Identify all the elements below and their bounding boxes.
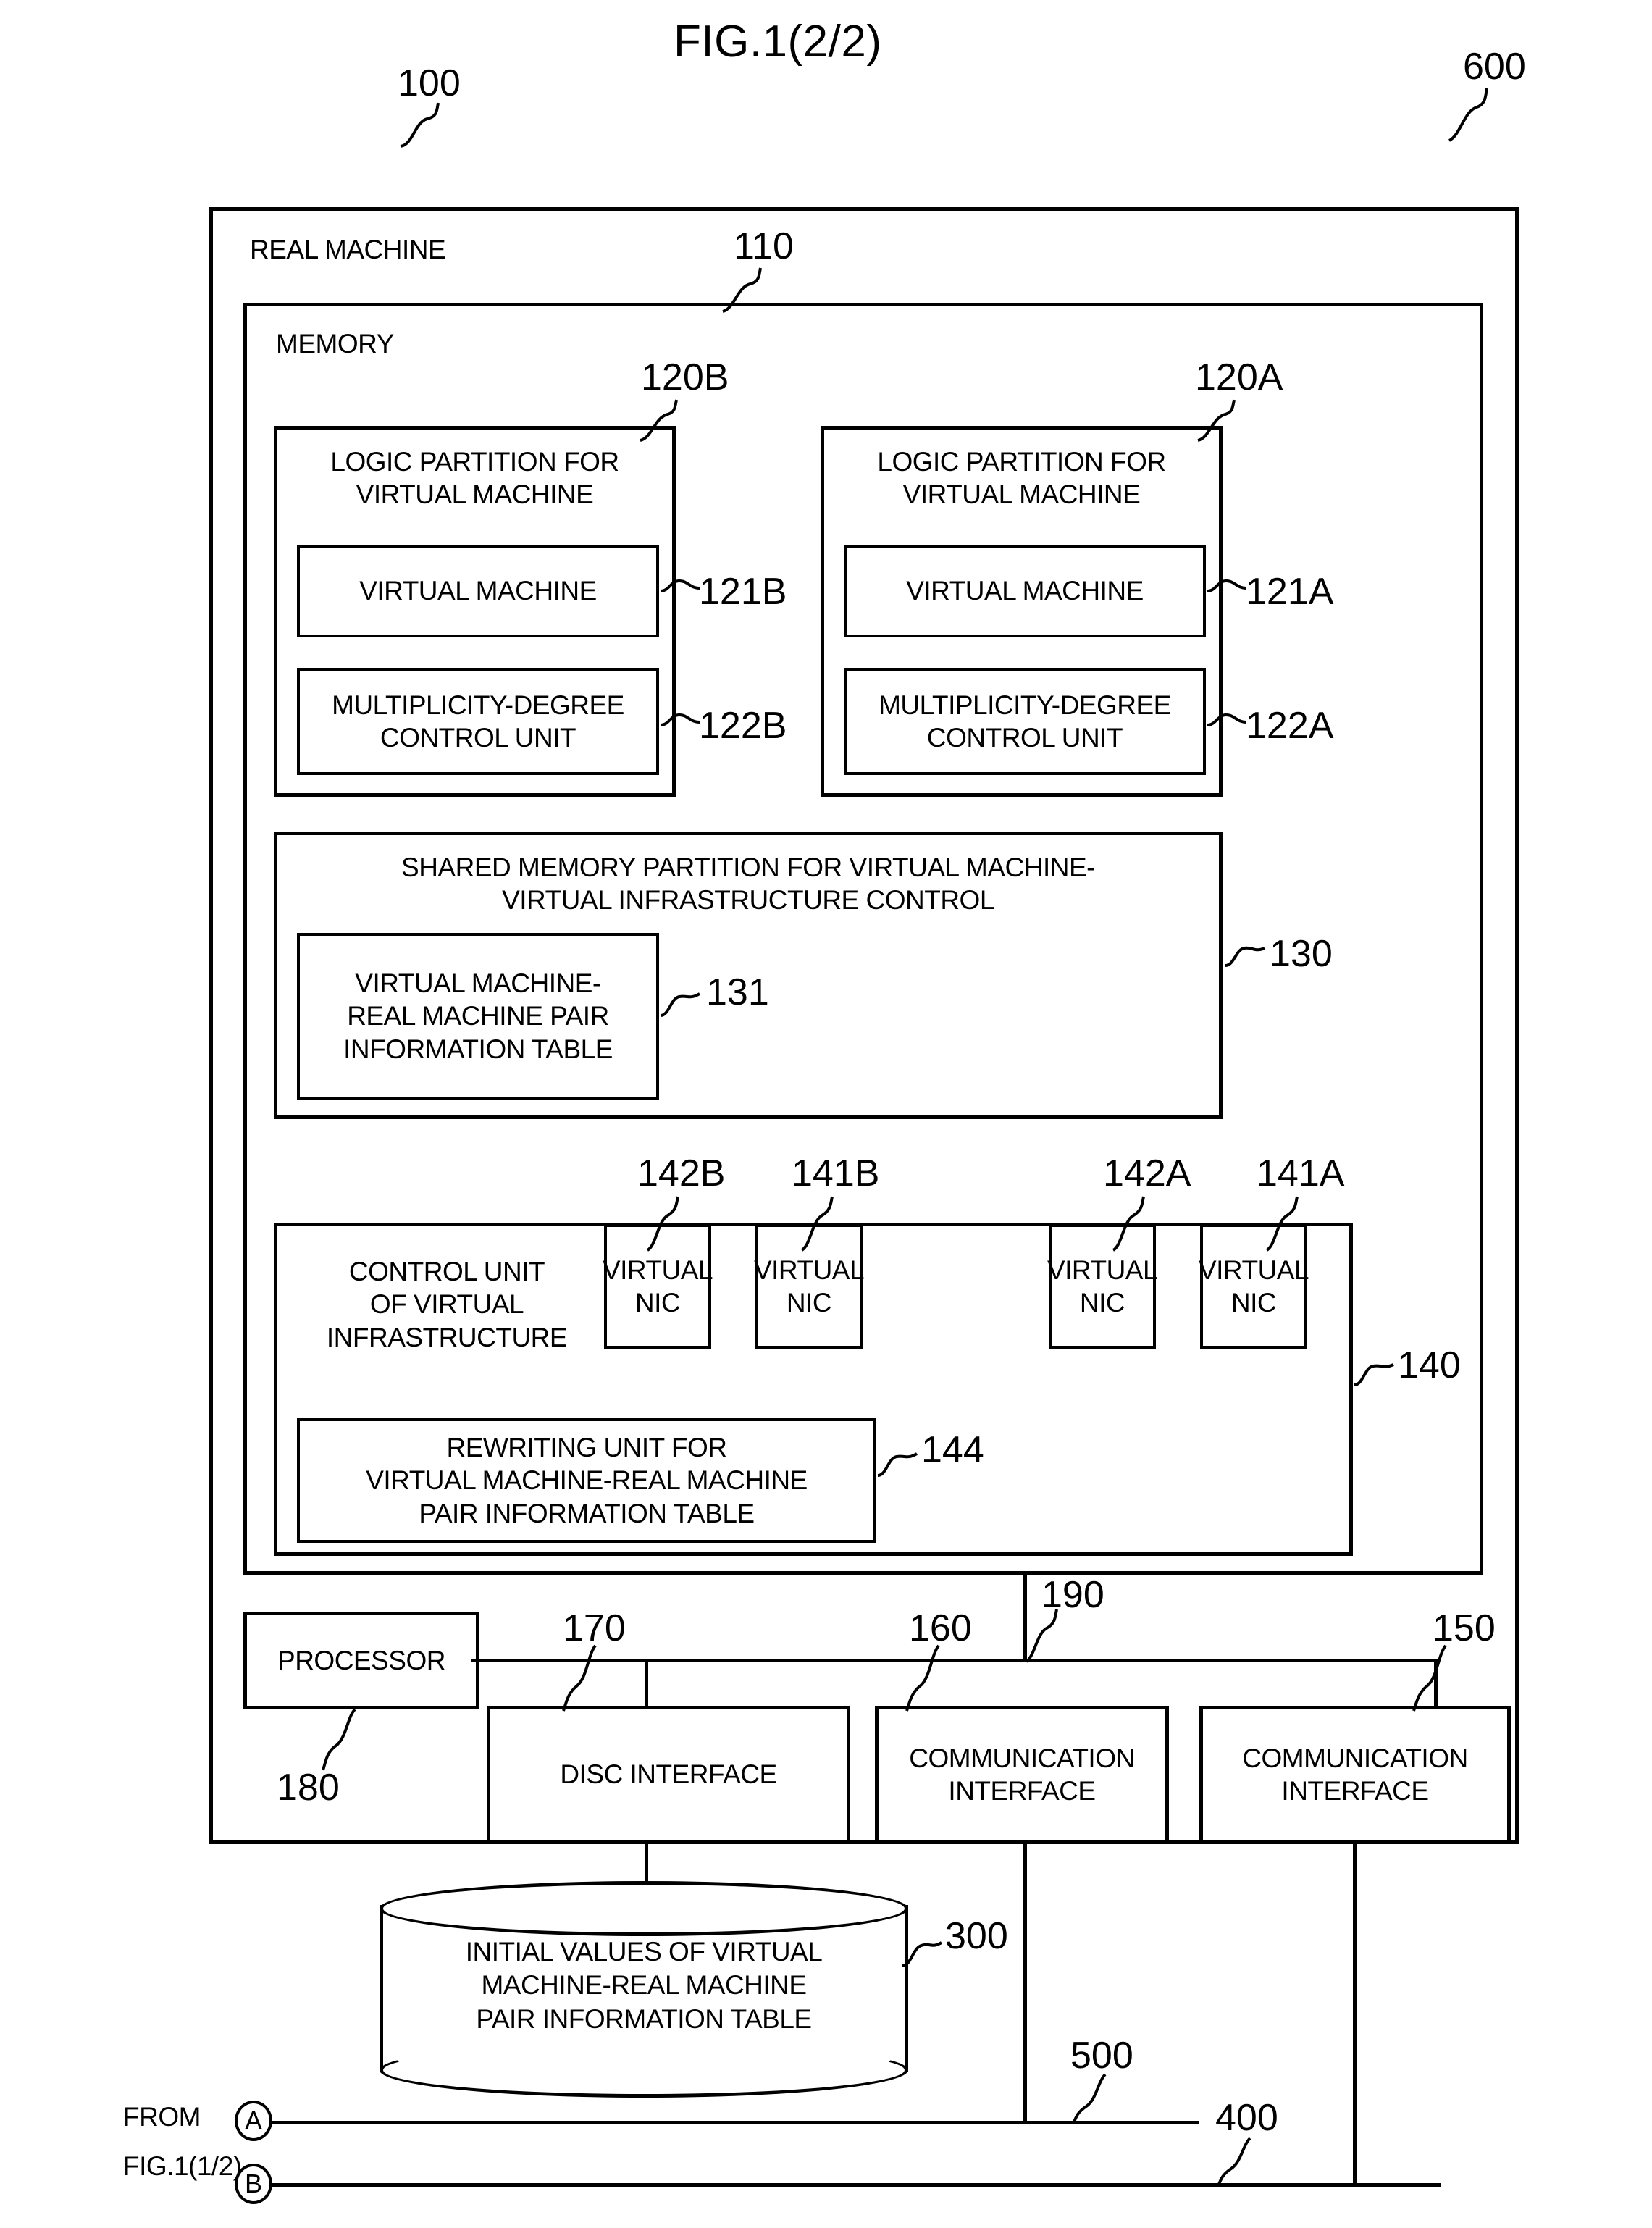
ref-140: 140 xyxy=(1398,1344,1461,1386)
from-figure-label-line2: FIG.1(1/2) xyxy=(123,2151,242,2181)
ref-180: 180 xyxy=(277,1767,340,1809)
leader-line-130 xyxy=(1225,946,1265,967)
ref-300: 300 xyxy=(945,1915,1008,1957)
ref-400: 400 xyxy=(1215,2097,1278,2139)
virtual-nic-141B xyxy=(755,1224,863,1349)
storage-cylinder-label: INITIAL VALUES OF VIRTUAL MACHINE-REAL M… xyxy=(382,1935,905,2036)
bus-to-disc-interface-line xyxy=(645,1659,648,1707)
processor-box xyxy=(243,1612,479,1709)
leader-line-122B xyxy=(660,713,700,726)
leader-line-180 xyxy=(322,1708,356,1771)
ref-141B: 141B xyxy=(792,1152,880,1194)
patent-figure-page: FIG.1(2/2) 100 600 REAL MACHINE 110 MEMO… xyxy=(0,0,1652,2228)
ref-170: 170 xyxy=(563,1607,626,1649)
leader-line-160 xyxy=(905,1644,940,1712)
multiplicity-degree-control-unit-122B xyxy=(297,668,659,775)
ref-121A: 121A xyxy=(1246,571,1334,613)
storage-line1: INITIAL VALUES OF VIRTUAL xyxy=(465,1937,823,1967)
leader-line-144 xyxy=(877,1452,918,1477)
ref-100: 100 xyxy=(398,62,461,104)
network-400-line xyxy=(272,2183,1441,2187)
leader-line-121A xyxy=(1207,579,1247,592)
ref-500: 500 xyxy=(1070,2035,1133,2077)
leader-line-170 xyxy=(562,1644,597,1712)
ref-190: 190 xyxy=(1041,1574,1104,1616)
ref-121B: 121B xyxy=(699,571,787,613)
memory-label: MEMORY xyxy=(276,329,394,359)
virtual-nic-142B xyxy=(604,1224,711,1349)
from-figure-label-line1: FROM xyxy=(123,2102,201,2132)
ref-130: 130 xyxy=(1270,933,1333,975)
leader-line-150 xyxy=(1412,1644,1447,1712)
network-500-line xyxy=(272,2121,1199,2124)
communication-interface-160-box xyxy=(875,1706,1169,1843)
comm-interface-160-to-network-500-line xyxy=(1023,1844,1027,2124)
disc-interface-box xyxy=(487,1706,850,1843)
storage-line2: MACHINE-REAL MACHINE xyxy=(481,1970,807,2001)
disc-interface-to-storage-line xyxy=(645,1844,648,1885)
ref-120B: 120B xyxy=(641,356,729,398)
ref-120A: 120A xyxy=(1195,356,1283,398)
leader-line-400 xyxy=(1217,2137,1251,2187)
ref-131: 131 xyxy=(706,971,769,1013)
communication-interface-150-box xyxy=(1199,1706,1511,1843)
ref-144: 144 xyxy=(921,1429,984,1471)
comm-interface-150-to-network-400-line xyxy=(1353,1844,1357,2186)
storage-cylinder-bottom xyxy=(380,2043,908,2098)
rewriting-unit-144 xyxy=(297,1418,876,1543)
ref-150: 150 xyxy=(1433,1607,1496,1649)
virtual-machine-121A xyxy=(844,545,1206,637)
virtual-nic-141A xyxy=(1200,1224,1307,1349)
leader-line-600 xyxy=(1448,88,1488,142)
leader-line-122A xyxy=(1207,713,1247,726)
leader-line-121B xyxy=(660,579,700,592)
vm-rm-pair-information-table-131 xyxy=(297,933,659,1100)
leader-line-300 xyxy=(902,1941,942,1967)
ref-141A: 141A xyxy=(1257,1152,1345,1194)
ref-142B: 142B xyxy=(637,1152,726,1194)
multiplicity-degree-control-unit-122A xyxy=(844,668,1206,775)
ref-160: 160 xyxy=(909,1607,972,1649)
ref-142A: 142A xyxy=(1103,1152,1191,1194)
virtual-machine-121B xyxy=(297,545,659,637)
leader-line-131 xyxy=(660,992,700,1017)
storage-line3: PAIR INFORMATION TABLE xyxy=(476,2003,812,2034)
leader-line-100 xyxy=(400,102,440,148)
connector-circle-a: A xyxy=(235,2101,272,2141)
virtual-nic-142A xyxy=(1049,1224,1156,1349)
storage-cylinder-top xyxy=(380,1881,908,1936)
real-machine-label: REAL MACHINE xyxy=(250,235,446,264)
system-bus-line xyxy=(471,1659,1438,1662)
ref-110: 110 xyxy=(734,225,794,267)
ref-122A: 122A xyxy=(1246,705,1334,747)
ref-600: 600 xyxy=(1463,46,1526,88)
leader-line-140 xyxy=(1354,1363,1394,1386)
leader-line-500 xyxy=(1072,2073,1107,2124)
ref-122B: 122B xyxy=(699,705,787,747)
figure-title: FIG.1(2/2) xyxy=(674,17,882,67)
